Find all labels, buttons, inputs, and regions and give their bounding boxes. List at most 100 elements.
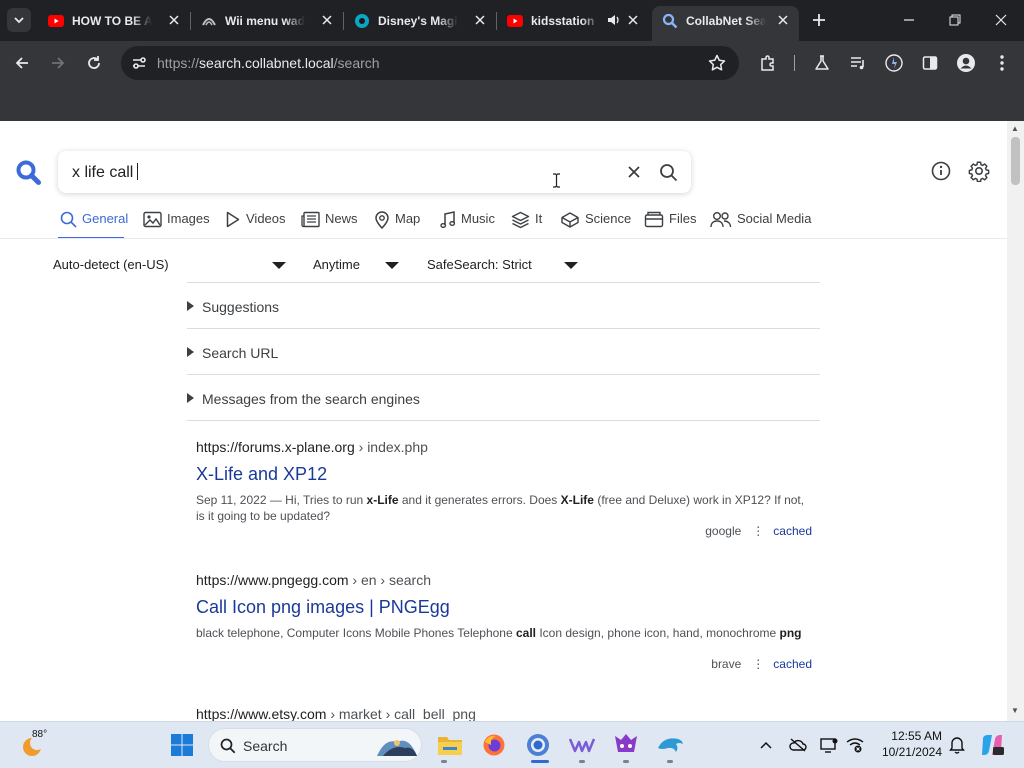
media-controls-button[interactable] — [846, 51, 870, 75]
show-hidden-icons-button[interactable] — [757, 736, 775, 754]
info-button[interactable] — [930, 160, 952, 182]
chrome-button[interactable] — [523, 730, 553, 760]
speaker-icon[interactable] — [607, 13, 621, 30]
url-path: /search — [333, 55, 380, 71]
tab-social-media[interactable]: Social Media — [710, 211, 811, 239]
close-window-button[interactable] — [989, 8, 1013, 32]
page-scrollbar[interactable]: ▲ ▼ — [1007, 121, 1024, 721]
newspaper-icon — [301, 211, 320, 228]
tab-science[interactable]: Science — [560, 211, 631, 239]
search-url-panel[interactable]: Search URL — [187, 329, 820, 375]
onedrive-button[interactable] — [789, 736, 807, 754]
restore-button[interactable] — [943, 8, 967, 32]
chevron-down-icon[interactable] — [564, 262, 578, 269]
close-icon[interactable] — [625, 12, 641, 28]
taskbar-clock[interactable]: 12:55 AM 10/21/2024 — [872, 728, 942, 760]
close-icon[interactable] — [166, 12, 182, 28]
site-info-icon[interactable] — [131, 55, 147, 76]
app-button-purple[interactable] — [567, 730, 597, 760]
tab-map[interactable]: Map — [374, 211, 420, 239]
browser-tab-active[interactable]: CollabNet Search — [652, 6, 799, 41]
app-button-game[interactable] — [611, 730, 641, 760]
extensions-button[interactable] — [756, 51, 780, 75]
browser-tab[interactable]: kidsstation — [497, 6, 649, 35]
tab-general[interactable]: General — [58, 211, 128, 239]
result-title-link[interactable]: Call Icon png images | PNGEgg — [196, 597, 816, 621]
time-range-select[interactable]: Anytime — [313, 257, 360, 272]
settings-button[interactable] — [968, 160, 990, 182]
firefox-icon — [483, 734, 505, 756]
result-url[interactable]: https://www.etsy.com › market › call_bel… — [196, 706, 816, 721]
copilot-button[interactable] — [980, 733, 1004, 757]
close-icon[interactable] — [775, 12, 791, 28]
taskbar-search[interactable]: Search — [208, 728, 422, 762]
menu-button[interactable] — [990, 51, 1014, 75]
start-button[interactable] — [167, 730, 197, 760]
kebab-menu-icon[interactable]: ⋮ — [752, 657, 764, 671]
dolphin-button[interactable] — [655, 730, 685, 760]
scroll-down-arrow-icon[interactable]: ▼ — [1011, 706, 1019, 715]
close-icon[interactable] — [472, 12, 488, 28]
browser-tab[interactable]: Disney's Magic — [344, 6, 496, 35]
tab-videos[interactable]: Videos — [225, 211, 286, 239]
kebab-menu-icon — [1000, 55, 1004, 71]
tab-search-dropdown-button[interactable] — [7, 8, 31, 32]
cached-link[interactable]: cached — [773, 524, 812, 538]
minimize-button[interactable] — [897, 8, 921, 32]
new-tab-button[interactable] — [807, 8, 831, 32]
tab-images[interactable]: Images — [143, 211, 210, 239]
search-box[interactable]: x life call — [58, 151, 691, 193]
scrollbar-thumb[interactable] — [1011, 137, 1020, 185]
search-icon — [659, 163, 677, 181]
tab-label: Map — [395, 211, 421, 226]
disney-icon — [354, 13, 370, 29]
firefox-button[interactable] — [479, 730, 509, 760]
search-submit-button[interactable] — [658, 162, 678, 182]
result-url[interactable]: https://forums.x-plane.org › index.php — [196, 439, 816, 459]
file-explorer-button[interactable] — [435, 730, 465, 760]
forward-button[interactable] — [46, 51, 70, 75]
tab-music[interactable]: Music — [440, 211, 495, 239]
scroll-up-arrow-icon[interactable]: ▲ — [1011, 124, 1019, 133]
result-title-link[interactable]: X-Life and XP12 — [196, 464, 816, 488]
browser-tab[interactable]: HOW TO BE A — [38, 6, 190, 35]
notifications-button[interactable] — [948, 736, 966, 754]
browser-tab[interactable]: Wii menu wad — [191, 6, 343, 35]
chevron-down-icon[interactable] — [272, 262, 286, 269]
profile-button[interactable] — [954, 51, 978, 75]
side-panel-button[interactable] — [918, 51, 942, 75]
tab-files[interactable]: Files — [644, 211, 696, 239]
language-select[interactable]: Auto-detect (en-US) — [53, 257, 169, 272]
map-pin-icon — [375, 211, 389, 229]
labs-button[interactable] — [810, 51, 834, 75]
chevron-down-icon[interactable] — [385, 262, 399, 269]
tab-news[interactable]: News — [301, 211, 358, 239]
result-url[interactable]: https://www.pngegg.com › en › search — [196, 572, 816, 592]
clear-search-button[interactable] — [624, 162, 644, 182]
tab-label: Videos — [246, 211, 286, 226]
search-input[interactable]: x life call — [72, 163, 139, 182]
tab-label: Music — [461, 211, 495, 226]
display-button[interactable] — [820, 736, 838, 754]
back-button[interactable] — [10, 51, 34, 75]
suggestions-panel[interactable]: Suggestions — [187, 283, 820, 329]
network-button[interactable] — [846, 736, 864, 754]
extension-button[interactable] — [882, 51, 906, 75]
game-app-icon — [615, 734, 637, 752]
site-logo[interactable] — [15, 159, 42, 191]
safesearch-select[interactable]: SafeSearch: Strict — [427, 257, 532, 272]
browser-toolbar: https://search.collabnet.local/search — [0, 41, 1024, 85]
result-engine: brave — [711, 657, 742, 671]
address-bar[interactable]: https://search.collabnet.local/search — [121, 46, 739, 80]
cached-link[interactable]: cached — [773, 657, 812, 671]
search-result: https://www.pngegg.com › en › search Cal… — [196, 572, 816, 676]
weather-widget[interactable]: 88° — [18, 729, 58, 758]
reload-button[interactable] — [82, 51, 106, 75]
tab-it[interactable]: It — [511, 211, 542, 239]
engine-messages-panel[interactable]: Messages from the search engines — [187, 375, 820, 421]
result-site: https://forums.x-plane.org — [196, 439, 355, 455]
running-indicator — [667, 760, 673, 763]
bookmark-star-icon[interactable] — [708, 54, 726, 77]
close-icon[interactable] — [319, 12, 335, 28]
kebab-menu-icon[interactable]: ⋮ — [752, 524, 764, 538]
